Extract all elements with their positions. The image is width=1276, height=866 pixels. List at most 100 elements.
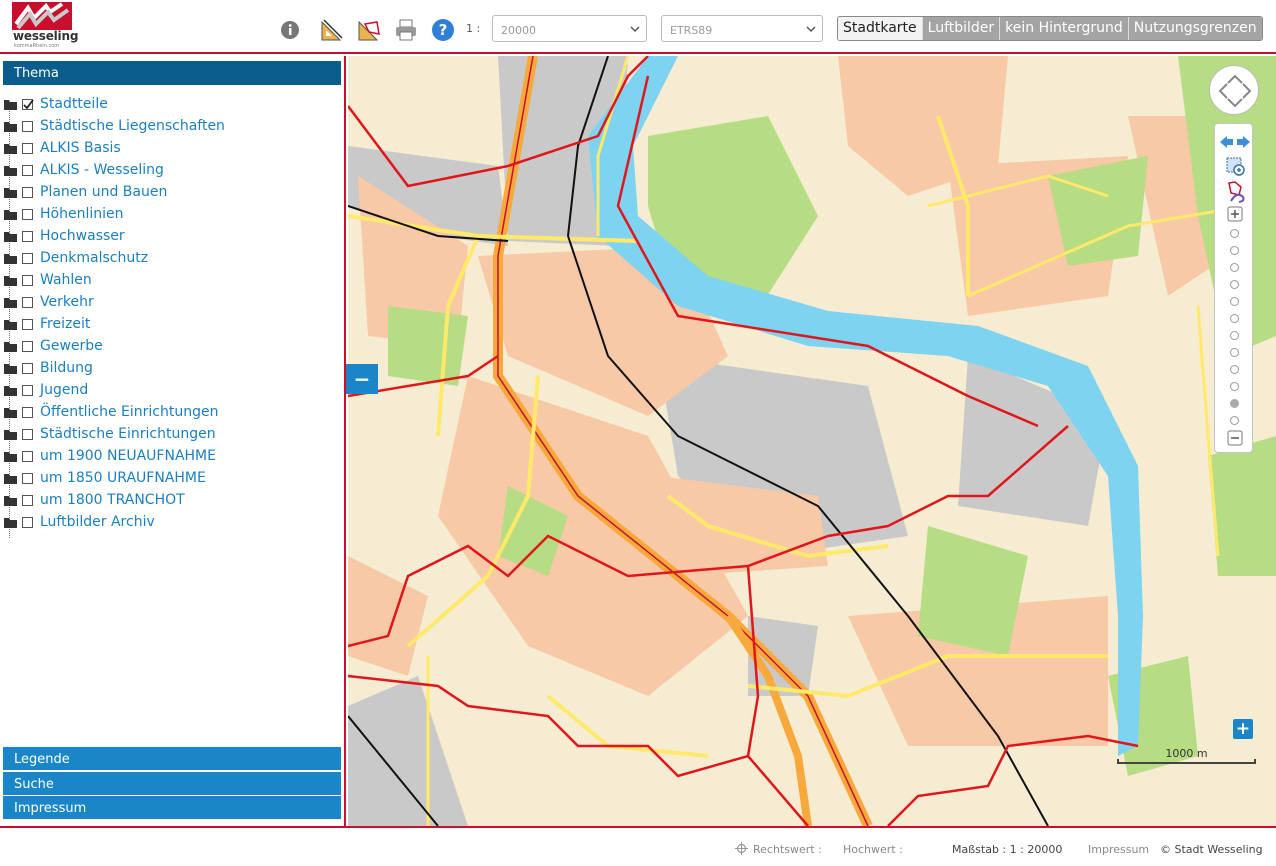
folder-icon[interactable] (4, 253, 17, 264)
layer-label[interactable]: Luftbilder Archiv (40, 514, 155, 530)
folder-icon[interactable] (4, 187, 17, 198)
zoom-extent-icon[interactable] (1227, 181, 1247, 207)
scale-select[interactable]: 20000 (492, 15, 647, 42)
layer-checkbox[interactable] (22, 165, 33, 176)
bg-button-stadtkarte[interactable]: Stadtkarte (838, 17, 922, 40)
history-back-forward-icon[interactable] (1219, 134, 1251, 153)
layer-tree-item[interactable]: Luftbilder Archiv (0, 512, 340, 534)
layer-checkbox[interactable] (22, 209, 33, 220)
layer-label[interactable]: Hochwasser (40, 228, 125, 244)
layer-tree-item[interactable]: Wahlen (0, 270, 340, 292)
layer-label[interactable]: Wahlen (40, 272, 92, 288)
pan-control[interactable] (1209, 65, 1259, 115)
help-icon[interactable]: ? (430, 17, 456, 43)
layer-tree-item[interactable]: um 1800 TRANCHOT (0, 490, 340, 512)
zoom-in-icon[interactable] (1227, 206, 1243, 226)
folder-icon[interactable] (4, 319, 17, 330)
print-icon[interactable] (393, 17, 419, 43)
layer-label[interactable]: Höhenlinien (40, 206, 123, 222)
folder-icon[interactable] (4, 429, 17, 440)
layer-checkbox[interactable] (22, 451, 33, 462)
zoom-level-dot[interactable] (1230, 365, 1239, 374)
layer-checkbox[interactable] (22, 231, 33, 242)
layer-tree-item[interactable]: ALKIS Basis (0, 138, 340, 160)
layer-tree-item[interactable]: um 1850 URAUFNAHME (0, 468, 340, 490)
layer-checkbox[interactable] (22, 495, 33, 506)
layer-checkbox[interactable] (22, 341, 33, 352)
layer-tree-item[interactable]: Denkmalschutz (0, 248, 340, 270)
folder-icon[interactable] (4, 495, 17, 506)
folder-icon[interactable] (4, 165, 17, 176)
info-icon[interactable] (277, 17, 303, 43)
map-canvas[interactable]: 1000 m (348, 56, 1276, 826)
layer-tree-item[interactable]: Städtische Einrichtungen (0, 424, 340, 446)
layer-tree-item[interactable]: Hochwasser (0, 226, 340, 248)
layer-label[interactable]: Städtische Einrichtungen (40, 426, 216, 442)
layer-tree-item[interactable]: Öffentliche Einrichtungen (0, 402, 340, 424)
accordion-suche[interactable]: Suche (3, 772, 341, 795)
zoom-level-dot[interactable] (1230, 297, 1239, 306)
layer-label[interactable]: Bildung (40, 360, 93, 376)
layer-checkbox[interactable] (22, 473, 33, 484)
layer-tree-item[interactable]: ALKIS - Wesseling (0, 160, 340, 182)
measure-distance-icon[interactable] (319, 17, 345, 43)
zoom-level-dot[interactable] (1230, 246, 1239, 255)
zoom-level-dot[interactable] (1230, 399, 1239, 408)
zoom-box-icon[interactable] (1226, 157, 1246, 181)
layer-label[interactable]: ALKIS Basis (40, 140, 121, 156)
layer-checkbox[interactable] (22, 429, 33, 440)
layer-tree-item[interactable]: Jugend (0, 380, 340, 402)
measure-area-icon[interactable] (356, 17, 382, 43)
layer-checkbox[interactable] (22, 363, 33, 374)
bg-button-luftbilder[interactable]: Luftbilder (921, 17, 1000, 40)
layer-checkbox[interactable] (22, 517, 33, 528)
layer-checkbox[interactable] (22, 385, 33, 396)
layer-label[interactable]: Jugend (40, 382, 88, 398)
layer-checkbox[interactable] (22, 143, 33, 154)
layer-tree-item[interactable]: Stadtteile (0, 94, 340, 116)
layer-checkbox[interactable] (22, 297, 33, 308)
footer-impressum-link[interactable]: Impressum (1088, 843, 1149, 856)
layer-label[interactable]: Städtische Liegenschaften (40, 118, 225, 134)
bg-button-kein-hintergrund[interactable]: kein Hintergrund (999, 17, 1128, 40)
layer-tree-item[interactable]: Freizeit (0, 314, 340, 336)
wesseling-logo[interactable]: wesseling kommaRhein.com (12, 2, 78, 50)
layer-label[interactable]: Gewerbe (40, 338, 103, 354)
folder-icon[interactable] (4, 385, 17, 396)
layer-label[interactable]: um 1850 URAUFNAHME (40, 470, 206, 486)
folder-icon[interactable] (4, 121, 17, 132)
layer-tree-item[interactable]: Städtische Liegenschaften (0, 116, 340, 138)
folder-icon[interactable] (4, 407, 17, 418)
accordion-legende[interactable]: Legende (3, 747, 341, 770)
layer-tree-item[interactable]: Planen und Bauen (0, 182, 340, 204)
accordion-impressum[interactable]: Impressum (3, 796, 341, 819)
crs-select[interactable]: ETRS89 (661, 15, 823, 42)
folder-icon[interactable] (4, 143, 17, 154)
layer-checkbox[interactable] (22, 253, 33, 264)
folder-icon[interactable] (4, 451, 17, 462)
layer-checkbox[interactable] (22, 319, 33, 330)
layer-tree-item[interactable]: Verkehr (0, 292, 340, 314)
layer-label[interactable]: um 1900 NEUAUFNAHME (40, 448, 216, 464)
zoom-level-dot[interactable] (1230, 348, 1239, 357)
folder-icon[interactable] (4, 297, 17, 308)
thema-header[interactable]: Thema (3, 61, 341, 85)
zoom-level-dot[interactable] (1230, 229, 1239, 238)
folder-icon[interactable] (4, 363, 17, 374)
layer-tree-item[interactable]: Höhenlinien (0, 204, 340, 226)
folder-icon[interactable] (4, 473, 17, 484)
layer-checkbox[interactable] (22, 275, 33, 286)
folder-icon[interactable] (4, 517, 17, 528)
zoom-level-dot[interactable] (1230, 331, 1239, 340)
layer-label[interactable]: Öffentliche Einrichtungen (40, 404, 219, 420)
layer-checkbox[interactable] (22, 121, 33, 132)
zoom-level-dot[interactable] (1230, 280, 1239, 289)
folder-icon[interactable] (4, 209, 17, 220)
folder-icon[interactable] (4, 341, 17, 352)
layer-label[interactable]: Verkehr (40, 294, 94, 310)
layer-tree-item[interactable]: Bildung (0, 358, 340, 380)
layer-checkbox[interactable] (22, 99, 34, 110)
layer-label[interactable]: um 1800 TRANCHOT (40, 492, 185, 508)
expand-panel-button[interactable]: + (1233, 719, 1253, 739)
layer-label[interactable]: Stadtteile (40, 96, 108, 112)
